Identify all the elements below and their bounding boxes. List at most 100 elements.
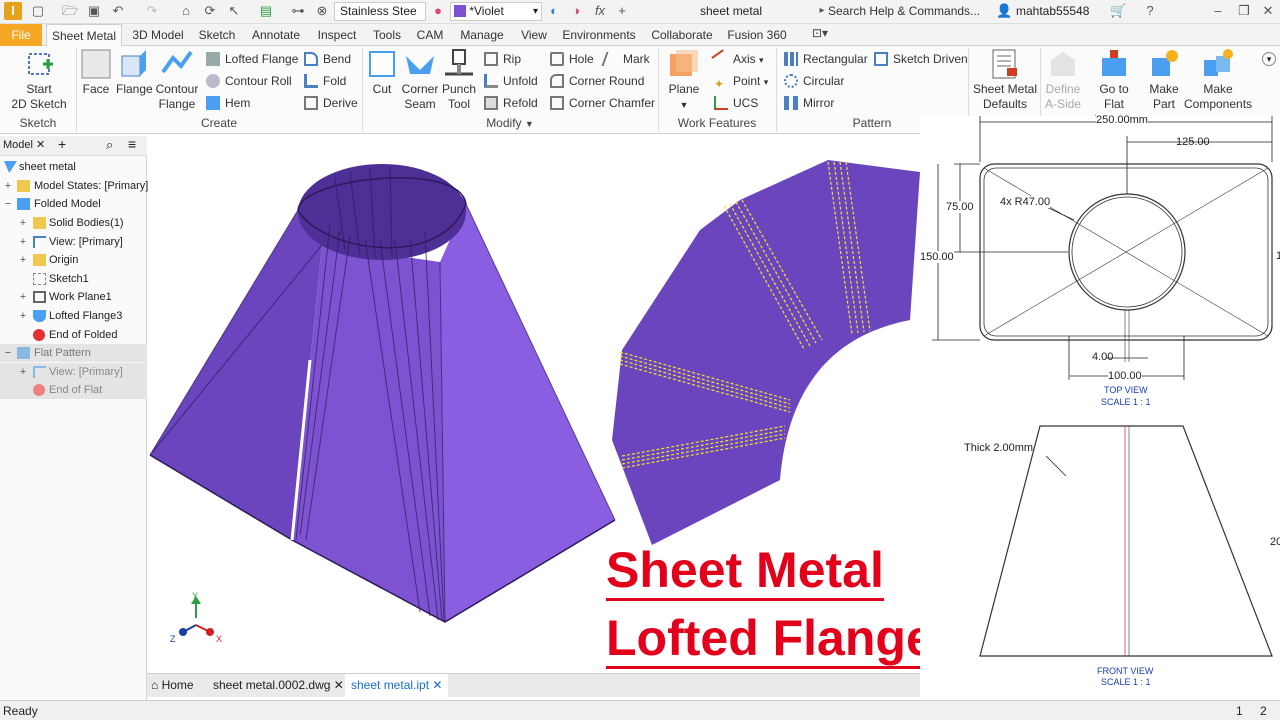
ribbon-display-icon[interactable]: ⊡▾ [812, 26, 828, 40]
tab-3d-model[interactable]: 3D Model [128, 24, 188, 46]
tab-view[interactable]: View [514, 24, 554, 46]
ribbon-options-icon[interactable]: ▾ [1262, 52, 1276, 66]
search-icon[interactable]: ⌕ [106, 137, 113, 153]
folded-model-3d[interactable] [149, 164, 616, 623]
clear-appearance-icon[interactable]: ◑ [568, 3, 584, 19]
doc-tab-dwg[interactable]: sheet metal.0002.dwg ✕ [213, 678, 344, 692]
bend-button[interactable]: Bend [304, 50, 351, 68]
tab-environments[interactable]: Environments [558, 24, 640, 46]
make-part-button[interactable]: Make Part [1146, 48, 1182, 112]
tab-inspect[interactable]: Inspect [312, 24, 362, 46]
tab-collaborate[interactable]: Collaborate [644, 24, 720, 46]
expand-icon[interactable]: + [18, 307, 28, 325]
user-name[interactable]: mahtab55548 [1016, 4, 1089, 18]
contour-flange-button[interactable]: Contour Flange [154, 48, 200, 112]
search-help-input[interactable]: Search Help & Commands... [828, 4, 988, 18]
tree-item-folded-model[interactable]: − Folded Model [0, 195, 147, 213]
tree-item-solid-bodies[interactable]: + Solid Bodies(1) [0, 214, 147, 232]
close-icon[interactable]: ✕ [432, 678, 442, 692]
close-icon[interactable]: ✕ [1260, 3, 1276, 19]
collapse-icon[interactable]: − [3, 195, 13, 213]
tab-sketch[interactable]: Sketch [194, 24, 240, 46]
tree-item-flat-pattern[interactable]: − Flat Pattern [0, 344, 147, 362]
flat-pattern-2d[interactable] [612, 160, 920, 545]
tree-item-view[interactable]: + View: [Primary] [0, 233, 147, 251]
group-modify-label[interactable]: Modify ▼ [362, 116, 658, 130]
cart-icon[interactable]: 🛒 [1110, 3, 1126, 19]
hem-button[interactable]: Hem [206, 94, 250, 112]
mark-button[interactable]: Mark [601, 50, 650, 68]
flange-button[interactable]: Flange [116, 48, 153, 97]
face-button[interactable]: Face [80, 48, 112, 97]
sketch-driven-pattern-button[interactable]: Sketch Driven [874, 50, 968, 68]
appearance-dropdown[interactable]: *Violet ▾ [450, 2, 542, 21]
lofted-flange-button[interactable]: Lofted Flange [206, 50, 298, 68]
expand-icon[interactable]: + [18, 363, 28, 381]
select-icon[interactable]: ↖ [226, 3, 242, 19]
app-logo[interactable]: I [4, 2, 22, 20]
help-icon[interactable]: ? [1142, 3, 1158, 19]
contour-roll-button[interactable]: Contour Roll [206, 72, 292, 90]
tab-annotate[interactable]: Annotate [246, 24, 306, 46]
axis-button[interactable]: Axis ▾ [711, 49, 764, 69]
doc-tab-home[interactable]: ⌂ Home [151, 678, 194, 692]
tree-item-lofted-flange3[interactable]: + Lofted Flange3 [0, 307, 147, 325]
define-aside-button[interactable]: Define A-Side [1042, 48, 1084, 112]
tab-sheet-metal[interactable]: Sheet Metal [46, 24, 122, 46]
close-icon[interactable]: ✕ [334, 678, 344, 692]
corner-seam-button[interactable]: Corner Seam [400, 48, 440, 112]
restore-icon[interactable]: ❐ [1236, 3, 1252, 19]
tree-item-origin[interactable]: + Origin [0, 251, 147, 269]
open-folder-icon[interactable]: 🗁 [62, 3, 78, 19]
start-2d-sketch-button[interactable]: Start 2D Sketch [8, 48, 70, 112]
expand-icon[interactable]: + [18, 214, 28, 232]
user-icon[interactable]: 👤 [996, 3, 1012, 19]
expand-icon[interactable]: + [18, 251, 28, 269]
expand-icon[interactable]: + [18, 233, 28, 251]
tab-fusion-360[interactable]: Fusion 360 [724, 24, 790, 46]
rip-button[interactable]: Rip [484, 50, 521, 68]
expand-icon[interactable]: + [3, 177, 13, 195]
no-entry-icon[interactable]: ⊗ [314, 3, 330, 19]
plane-button[interactable]: Plane ▼ [664, 48, 704, 113]
corner-round-button[interactable]: Corner Round [550, 72, 644, 90]
cut-button[interactable]: Cut [366, 48, 398, 97]
close-icon[interactable]: ✕ [36, 138, 45, 151]
redo-icon[interactable]: ↷ [144, 3, 160, 19]
add-tab-icon[interactable]: + [58, 136, 66, 152]
collapse-icon[interactable]: − [3, 344, 13, 362]
menu-icon[interactable]: ≡ [128, 136, 136, 152]
expand-icon[interactable]: + [18, 288, 28, 306]
ucs-button[interactable]: UCS [714, 94, 758, 112]
undo-icon[interactable]: ↶ [110, 3, 126, 19]
plus-icon[interactable]: + [614, 3, 630, 19]
new-file-icon[interactable]: ▢ [30, 3, 46, 19]
update-icon[interactable]: ⟳ [202, 3, 218, 19]
sheet-metal-defaults-button[interactable]: Sheet Metal Defaults [972, 48, 1038, 112]
tree-item-flat-view[interactable]: + View: [Primary] [0, 363, 147, 381]
tree-item-work-plane1[interactable]: + Work Plane1 [0, 288, 147, 306]
tree-item-end-of-flat[interactable]: End of Flat [0, 381, 147, 399]
refold-button[interactable]: Refold [484, 94, 538, 112]
corner-chamfer-button[interactable]: Corner Chamfer [550, 94, 655, 112]
punch-tool-button[interactable]: Punch Tool [440, 48, 478, 112]
doc-tab-ipt[interactable]: sheet metal.ipt ✕ [345, 674, 449, 697]
measure-icon[interactable]: ⊶ [290, 3, 306, 19]
minimize-icon[interactable]: – [1210, 3, 1226, 19]
home-icon[interactable]: ⌂ [178, 3, 194, 19]
tab-tools[interactable]: Tools [366, 24, 408, 46]
save-icon[interactable]: ▣ [86, 3, 102, 19]
derive-button[interactable]: Derive [304, 94, 358, 112]
circular-pattern-button[interactable]: Circular [784, 72, 844, 90]
adjust-appearance-icon[interactable]: ◐ [546, 3, 562, 19]
tree-item-end-of-folded[interactable]: End of Folded [0, 326, 147, 344]
parameters-fx-icon[interactable]: fx [592, 3, 608, 19]
tree-item-sheet-metal[interactable]: sheet metal [0, 158, 147, 176]
tab-file[interactable]: File [0, 24, 42, 46]
make-components-button[interactable]: Make Components [1184, 48, 1252, 112]
point-button[interactable]: ✦ Point ▾ [714, 72, 768, 91]
tab-model[interactable]: Model [3, 139, 33, 151]
tab-manage[interactable]: Manage [454, 24, 510, 46]
tree-item-sketch1[interactable]: Sketch1 [0, 270, 147, 288]
hole-button[interactable]: Hole [550, 50, 594, 68]
